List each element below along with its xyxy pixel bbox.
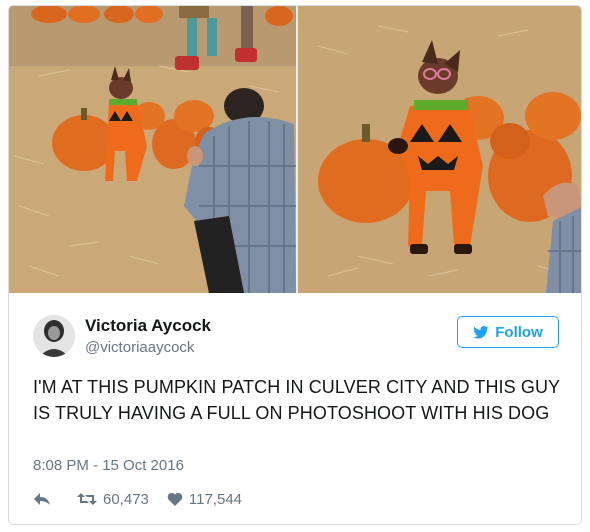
photo-dog-in-pumpkin-costume	[298, 6, 581, 293]
tweet-media	[9, 6, 581, 293]
twitter-bird-icon	[473, 325, 489, 338]
heart-icon	[167, 492, 183, 506]
reply-button[interactable]	[33, 492, 51, 506]
tweet-author-row: Victoria Aycock @victoriaaycock Follow	[9, 293, 581, 363]
follow-button[interactable]: Follow	[457, 316, 559, 348]
retweet-button[interactable]: 60,473	[77, 491, 149, 508]
avatar[interactable]	[33, 315, 75, 357]
tweet-text: I'M AT THIS PUMPKIN PATCH IN CULVER CITY…	[33, 377, 560, 423]
reply-icon	[34, 493, 50, 505]
author-name[interactable]: Victoria Aycock	[85, 316, 211, 336]
like-count: 117,544	[188, 490, 242, 508]
media-photo-left[interactable]	[9, 6, 296, 293]
tweet-card: Victoria Aycock @victoriaaycock Follow I…	[8, 5, 582, 525]
tweet-actions: 60,473 117,544	[33, 488, 242, 510]
follow-label: Follow	[495, 323, 543, 341]
avatar-image	[33, 315, 75, 357]
media-photo-right[interactable]	[298, 6, 581, 293]
like-button[interactable]: 117,544	[167, 491, 242, 508]
tweet-timestamp[interactable]: 8:08 PM - 15 Oct 2016	[33, 457, 184, 474]
retweet-icon	[77, 493, 97, 505]
photo-pumpkin-patch-photographer	[9, 6, 296, 293]
retweet-count: 60,473	[103, 490, 149, 508]
author-handle[interactable]: @victoriaaycock	[85, 339, 194, 356]
